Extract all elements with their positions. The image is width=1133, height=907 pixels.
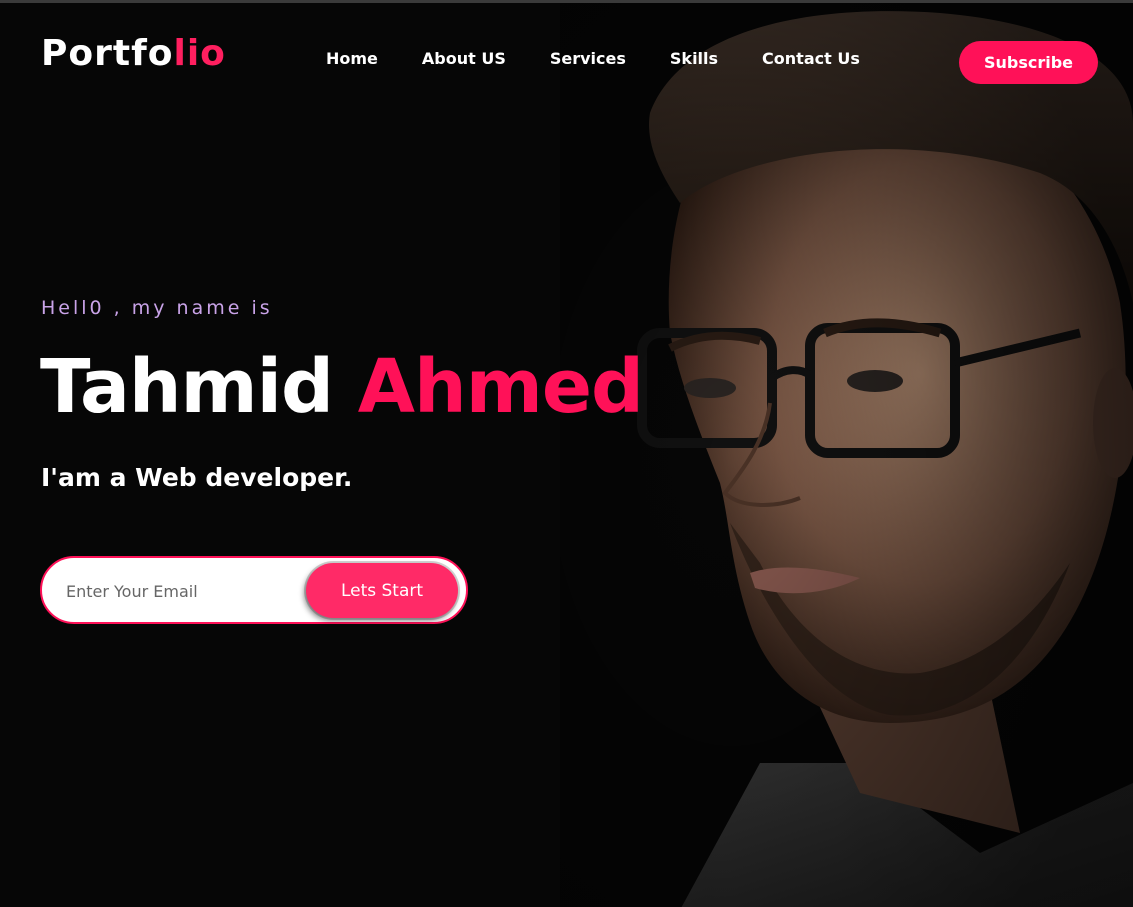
hero-last-name: Ahmed	[357, 344, 644, 430]
hero-name: Tahmid Ahmed	[40, 341, 644, 433]
nav-link-home[interactable]: Home	[326, 47, 378, 71]
logo-text-main: Portfo	[41, 33, 174, 74]
main-nav: Home About US Services Skills Contact Us	[326, 47, 860, 71]
nav-link-contact[interactable]: Contact Us	[762, 47, 860, 71]
hero-greeting: Hell0 , my name is	[41, 297, 273, 319]
hero-portrait-image	[560, 3, 1133, 907]
hero-tagline: I'am a Web developer.	[41, 463, 353, 492]
portfolio-page: Portfolio Home About US Services Skills …	[0, 0, 1133, 907]
email-input[interactable]	[64, 572, 308, 610]
hero-first-name: Tahmid	[40, 344, 334, 430]
logo-text-accent: lio	[173, 33, 226, 74]
subscribe-button[interactable]: Subscribe	[959, 41, 1098, 84]
nav-link-services[interactable]: Services	[550, 47, 626, 71]
lets-start-button[interactable]: Lets Start	[306, 563, 458, 618]
nav-link-skills[interactable]: Skills	[670, 47, 718, 71]
nav-link-about[interactable]: About US	[422, 47, 506, 71]
email-signup-form: Lets Start	[40, 556, 468, 624]
site-logo[interactable]: Portfolio	[41, 33, 226, 74]
